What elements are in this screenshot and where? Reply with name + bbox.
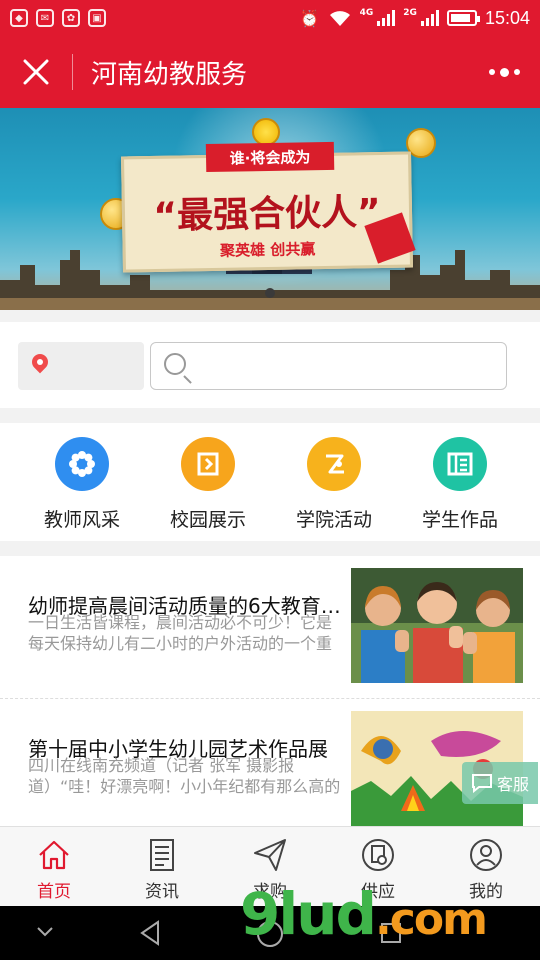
- list-item[interactable]: 第十届中小学生幼儿园艺术作品展 四川在线南充频道（记者 张军 摄影报道）“哇！好…: [0, 698, 540, 826]
- list-item[interactable]: 幼师提高晨间活动质量的6大教育措施 一日生活皆课程，晨间活动必不可少！它是每天保…: [0, 556, 540, 698]
- signal-icon: [377, 10, 396, 26]
- tab-label: 资讯: [145, 882, 179, 902]
- close-button[interactable]: [0, 36, 72, 108]
- banner-tag: 谁·将会成为: [205, 141, 335, 173]
- carousel-dot[interactable]: [265, 288, 275, 298]
- notification-app-icon: ◆: [10, 9, 28, 27]
- quick-nav-label: 教师风采: [43, 509, 120, 531]
- search-icon: [164, 353, 186, 375]
- customer-service-button[interactable]: 客服: [462, 762, 538, 804]
- notification-app-icon: ✿: [62, 9, 80, 27]
- flower-icon: [55, 437, 109, 491]
- article-list: 幼师提高晨间活动质量的6大教育措施 一日生活皆课程，晨间活动必不可少！它是每天保…: [0, 556, 540, 826]
- home-icon: [39, 840, 69, 870]
- banner-sign: 谁·将会成为 “最强合伙人” 聚英雄 创共赢: [121, 141, 413, 273]
- header-divider: [72, 54, 73, 90]
- back-icon[interactable]: [138, 920, 162, 946]
- page-title: 河南幼教服务: [91, 59, 248, 90]
- tab-label: 首页: [37, 882, 71, 902]
- status-system-icons: ⏰ 4G 2G 15:04: [300, 8, 530, 29]
- banner-subline: 聚英雄 创共赢: [219, 240, 316, 260]
- article-thumbnail: [351, 568, 523, 683]
- tab-news[interactable]: 资讯: [108, 827, 216, 906]
- quick-nav-activities[interactable]: 学院活动: [271, 423, 397, 541]
- book-icon: [181, 437, 235, 491]
- battery-icon: [446, 10, 480, 26]
- search-section: [0, 322, 540, 408]
- article-summary: 一日生活皆课程，晨间活动必不可少！它是每天保持幼儿有二小时的户外活动的一个重要组…: [28, 613, 333, 653]
- wifi-icon: [329, 11, 350, 26]
- search-input[interactable]: [150, 342, 507, 390]
- location-pin-icon: [28, 350, 52, 374]
- quick-nav-label: 校园展示: [169, 509, 246, 531]
- status-bar: ◆ ✉ ✿ ▣ ⏰ 4G 2G 15:04: [0, 0, 540, 36]
- quick-nav: 教师风采 校园展示 学院活动 学生作品: [0, 423, 540, 541]
- notification-app-icon: ✉: [36, 9, 54, 27]
- customer-service-label: 客服: [496, 775, 529, 794]
- more-button[interactable]: [468, 36, 540, 108]
- activity-icon: [307, 437, 361, 491]
- more-icon: [488, 69, 495, 75]
- location-selector[interactable]: [18, 342, 144, 390]
- alarm-icon: ⏰: [299, 8, 320, 28]
- quick-nav-campus-show[interactable]: 校园展示: [145, 423, 271, 541]
- notebook-icon: [433, 437, 487, 491]
- chat-icon: [471, 774, 492, 793]
- quick-nav-teacher-style[interactable]: 教师风采: [19, 423, 145, 541]
- watermark-logo: 9lud.com: [240, 880, 488, 948]
- send-icon: [254, 839, 286, 871]
- status-notification-icons: ◆ ✉ ✿ ▣: [10, 9, 106, 27]
- promo-banner[interactable]: 谁·将会成为 “最强合伙人” 聚英雄 创共赢: [0, 108, 540, 310]
- network-type-label: 4G: [359, 7, 374, 18]
- signal-icon: [420, 10, 439, 26]
- carousel-indicator: [0, 288, 540, 298]
- tab-home[interactable]: 首页: [0, 827, 108, 906]
- quick-nav-label: 学院活动: [295, 509, 372, 531]
- supply-icon: [362, 839, 394, 871]
- app-header: 河南幼教服务: [0, 36, 540, 108]
- chevron-down-icon[interactable]: [36, 926, 54, 938]
- network-type-label: 2G: [403, 7, 417, 18]
- close-icon: [23, 59, 49, 85]
- quick-nav-label: 学生作品: [421, 509, 498, 531]
- clock: 15:04: [484, 7, 530, 28]
- coin-graphic: [252, 118, 280, 146]
- quick-nav-student-works[interactable]: 学生作品: [397, 423, 523, 541]
- notification-image-icon: ▣: [88, 9, 106, 27]
- user-icon: [470, 839, 502, 871]
- news-icon: [150, 839, 174, 871]
- article-summary: 四川在线南充频道（记者 张军 摄影报道）“哇！好漂亮啊！小小年纪都有那么高的水平…: [28, 756, 341, 796]
